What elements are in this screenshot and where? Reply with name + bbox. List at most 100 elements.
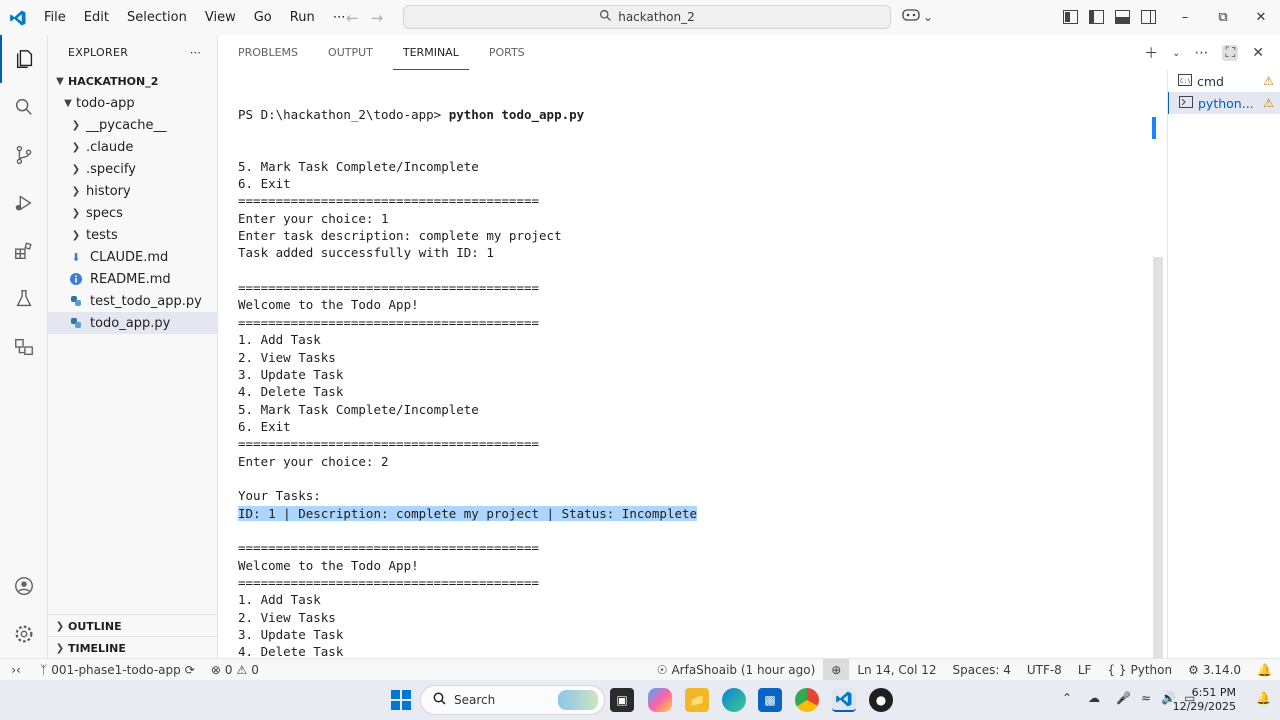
tree-item-claude-md[interactable]: ⬇ CLAUDE.md — [48, 246, 217, 268]
terminal-line-text: Welcome to the Todo App! — [238, 297, 419, 313]
more-actions-icon[interactable]: ⋯ — [1194, 45, 1208, 61]
tree-item-pycache[interactable]: ❯ __pycache__ — [48, 114, 217, 136]
tree-item-todo-app[interactable]: todo_app.py — [48, 312, 217, 334]
end-of-line[interactable]: LF — [1070, 659, 1100, 681]
new-terminal-icon[interactable]: ＋ — [1144, 43, 1158, 63]
search-icon[interactable] — [0, 83, 48, 131]
testing-flask-icon[interactable] — [0, 275, 48, 323]
file-explorer-icon[interactable]: 📁 — [685, 688, 709, 712]
extensions-icon[interactable] — [0, 227, 48, 275]
tray-chevron-up-icon[interactable]: ⌃ — [1062, 691, 1072, 705]
terminal-scrollbar[interactable] — [1153, 257, 1163, 658]
tree-item-label: todo_app.py — [90, 315, 171, 331]
menu-view[interactable]: View — [196, 0, 245, 35]
branch-indicator[interactable]: ᛉ 001-phase1-todo-app ⟳ — [32, 659, 203, 681]
tab-output[interactable]: OUTPUT — [318, 35, 383, 70]
tab-ports[interactable]: PORTS — [479, 35, 535, 70]
chevron-down-icon[interactable]: ⌄ — [1172, 48, 1180, 59]
encoding[interactable]: UTF-8 — [1019, 659, 1070, 681]
terminal-line-text: 6. Exit — [238, 418, 291, 434]
tab-terminal[interactable]: TERMINAL — [392, 35, 469, 70]
terminal-line: Welcome to the Todo App! — [238, 296, 1158, 313]
tree-item-test-todo-app[interactable]: test_todo_app.py — [48, 290, 217, 312]
indentation[interactable]: Spaces: 4 — [945, 659, 1019, 681]
terminal-line-text: Enter task description: complete my proj… — [238, 228, 562, 244]
toggle-panel-icon[interactable] — [1114, 8, 1131, 25]
toggle-secondary-sidebar-icon[interactable] — [1140, 8, 1157, 25]
more-actions-icon[interactable]: ⋯ — [190, 46, 201, 59]
tree-item-label: .claude — [86, 139, 134, 155]
wifi-icon[interactable]: ≈ — [1141, 691, 1151, 705]
menu-go[interactable]: Go — [245, 0, 281, 35]
chevron-right-icon: ❯ — [71, 163, 81, 175]
taskbar-clock[interactable]: 6:51 PM 12/29/2025 — [1173, 686, 1236, 714]
customize-layout-icon[interactable] — [1062, 8, 1079, 25]
terminal-line: 4. Delete Task — [238, 383, 1158, 400]
remote-explorer-icon[interactable] — [0, 323, 48, 371]
cursor-position[interactable]: Ln 14, Col 12 — [849, 659, 944, 681]
store-icon[interactable]: ▩ — [758, 688, 782, 712]
menu-selection[interactable]: Selection — [118, 0, 196, 35]
tree-item-specify[interactable]: ❯ .specify — [48, 158, 217, 180]
task-view-icon[interactable]: ▣ — [610, 688, 634, 712]
terminal-line-text: Enter your choice: 2 — [238, 453, 389, 469]
terminal-line: 1. Add Task — [238, 591, 1158, 608]
command-center-search[interactable]: hackathon_2 — [403, 5, 891, 29]
tree-item-label: history — [86, 183, 131, 199]
tree-item-label: test_todo_app.py — [90, 293, 202, 309]
tray-app-icon[interactable]: ☁ — [1088, 691, 1100, 705]
github-desktop-icon[interactable]: ● — [869, 688, 893, 712]
run-debug-icon[interactable] — [0, 179, 48, 227]
tree-item-tests[interactable]: ❯ tests — [48, 224, 217, 246]
edge-browser-icon[interactable] — [722, 688, 746, 712]
maximize-panel-icon[interactable]: ⛶ — [1222, 45, 1239, 61]
info-file-icon — [68, 273, 84, 285]
chrome-icon[interactable] — [795, 688, 819, 712]
terminal-item-cmd[interactable]: C:\ cmd ⚠ — [1168, 70, 1280, 92]
folder-todo-app[interactable]: ▼ todo-app — [48, 92, 217, 114]
vscode-taskbar-icon[interactable] — [832, 688, 856, 712]
copilot-app-icon[interactable] — [648, 688, 672, 712]
minimize-icon[interactable]: – — [1166, 0, 1204, 35]
git-blame[interactable]: ☉ ArfaShoaib (1 hour ago) — [649, 659, 824, 681]
toggle-primary-sidebar-icon[interactable] — [1088, 8, 1105, 25]
menu-file[interactable]: File — [35, 0, 75, 35]
copilot-button[interactable]: ⌄ — [902, 8, 933, 25]
python-interpreter[interactable]: ⚙ 3.14.0 — [1180, 659, 1249, 681]
tree-item-specs[interactable]: ❯ specs — [48, 202, 217, 224]
notification-bell-icon[interactable]: 🔔 — [1256, 691, 1271, 705]
notifications-bell-icon[interactable]: 🔔 — [1249, 659, 1280, 681]
zoom-icon[interactable]: ⊕ — [823, 658, 850, 681]
restore-icon[interactable]: ⧉ — [1204, 0, 1242, 35]
explorer-icon[interactable] — [0, 35, 48, 83]
accounts-icon[interactable] — [0, 562, 48, 610]
windows-start-icon[interactable] — [389, 688, 413, 712]
workspace-root[interactable]: ▼ HACKATHON_2 — [48, 70, 217, 92]
language-mode[interactable]: { } Python — [1099, 659, 1180, 681]
warning-icon: ⚠ — [1263, 74, 1274, 88]
tree-item-history[interactable]: ❯ history — [48, 180, 217, 202]
close-icon[interactable]: ✕ — [1242, 0, 1280, 35]
source-control-icon[interactable] — [0, 131, 48, 179]
python-env-icon: ⚙ — [1188, 662, 1199, 677]
menu-run[interactable]: Run — [281, 0, 324, 35]
timeline-section[interactable]: ❯ TIMELINE — [48, 636, 218, 659]
taskbar-search[interactable]: Search — [420, 685, 605, 715]
outline-section[interactable]: ❯ OUTLINE — [48, 614, 218, 637]
terminal-output[interactable]: PS D:\hackathon_2\todo-app> python todo_… — [238, 71, 1158, 658]
menu-edit[interactable]: Edit — [75, 0, 118, 35]
manage-gear-icon[interactable] — [0, 610, 48, 658]
problems-indicator[interactable]: ⊗ 0 ⚠ 0 — [203, 659, 267, 681]
forward-arrow-icon[interactable]: → — [371, 9, 384, 27]
microphone-icon[interactable]: 🎤 — [1116, 691, 1131, 705]
tree-item-claude[interactable]: ❯ .claude — [48, 136, 217, 158]
tree-item-readme[interactable]: README.md — [48, 268, 217, 290]
close-panel-icon[interactable]: ✕ — [1252, 45, 1264, 61]
back-arrow-icon[interactable]: ← — [346, 9, 359, 27]
sync-icon: ⟳ — [184, 662, 195, 677]
terminal-item-label: cmd — [1197, 73, 1224, 89]
chevron-down-icon: ▼ — [64, 97, 72, 109]
tab-problems[interactable]: PROBLEMS — [228, 35, 308, 70]
terminal-item-python[interactable]: python... ⚠ — [1168, 92, 1280, 114]
remote-indicator-icon[interactable]: ›‹ — [0, 659, 32, 681]
